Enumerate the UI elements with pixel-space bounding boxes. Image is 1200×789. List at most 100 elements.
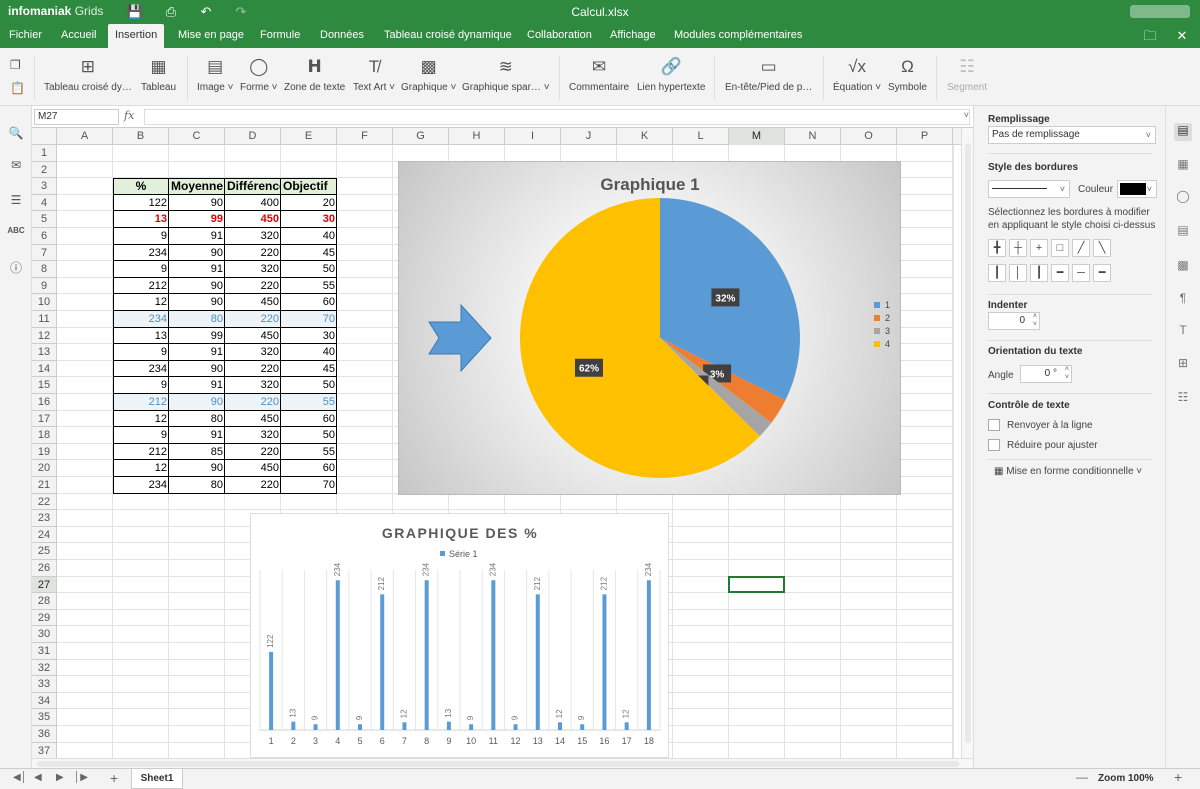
row-header[interactable]: 34: [32, 692, 57, 710]
pivot-table-button[interactable]: ⊞ Tableau croisé dy…: [44, 56, 132, 93]
conditional-format-button[interactable]: ▦ Mise en forme conditionnelle ˅: [994, 466, 1142, 477]
table-button[interactable]: ▦ Tableau: [141, 56, 176, 93]
row-header[interactable]: 12: [32, 327, 57, 345]
zoom-in-icon[interactable]: +: [1174, 769, 1182, 785]
row-header[interactable]: 11: [32, 311, 57, 328]
border-option-button[interactable]: ─: [1072, 264, 1090, 282]
search-icon[interactable]: 🔍: [7, 126, 25, 144]
row-header[interactable]: 27: [32, 576, 57, 594]
column-header[interactable]: A: [57, 128, 113, 145]
comments-icon[interactable]: ✉: [7, 158, 25, 176]
column-header[interactable]: B: [113, 128, 169, 145]
image-settings-icon[interactable]: ▤: [1174, 223, 1192, 241]
comment-button[interactable]: ✉ Commentaire: [569, 56, 629, 93]
row-header[interactable]: 28: [32, 593, 57, 610]
row-header[interactable]: 24: [32, 526, 57, 544]
row-header[interactable]: 31: [32, 643, 57, 660]
image-button[interactable]: ▤ Image ˅: [197, 56, 233, 93]
indent-stepper[interactable]: 0 ˄ ˅: [988, 312, 1040, 330]
border-option-button[interactable]: ╋: [988, 239, 1006, 257]
border-option-button[interactable]: │: [1009, 264, 1027, 282]
equation-button[interactable]: √x Équation ˅: [833, 56, 881, 93]
row-header[interactable]: 7: [32, 244, 57, 262]
wrap-text-checkbox[interactable]: [988, 419, 1000, 431]
print-icon[interactable]: ⎙: [162, 3, 180, 21]
row-header[interactable]: 17: [32, 410, 57, 428]
row-header[interactable]: 9: [32, 277, 57, 295]
bar-chart[interactable]: GRAPHIQUE DES % Série 1 122 1 13 2 9 3 234 4 9 5 212…: [250, 513, 669, 758]
angle-stepper[interactable]: 0 ° ˄ ˅: [1020, 365, 1072, 383]
add-sheet-icon[interactable]: +: [110, 770, 118, 786]
row-header[interactable]: 10: [32, 294, 57, 311]
row-header[interactable]: 25: [32, 543, 57, 560]
row-header[interactable]: 36: [32, 726, 57, 743]
paragraph-icon[interactable]: ¶: [1174, 291, 1192, 309]
border-option-button[interactable]: ━: [1051, 264, 1069, 282]
horizontal-scrollbar[interactable]: [32, 758, 973, 768]
close-icon[interactable]: ✕: [1174, 28, 1190, 44]
row-header[interactable]: 23: [32, 510, 57, 527]
column-header[interactable]: I: [505, 128, 561, 145]
row-header[interactable]: 2: [32, 161, 57, 179]
undo-icon[interactable]: ↶: [197, 3, 215, 21]
border-line-select[interactable]: ˅: [988, 180, 1070, 198]
column-header[interactable]: P: [897, 128, 953, 145]
row-header[interactable]: 13: [32, 344, 57, 361]
menu-tab-9[interactable]: Modules complémentaires: [667, 24, 809, 48]
border-option-button[interactable]: ┃: [1030, 264, 1048, 282]
row-header[interactable]: 26: [32, 560, 57, 577]
info-icon[interactable]: ⓘ: [7, 259, 25, 277]
row-header[interactable]: 8: [32, 261, 57, 278]
column-header[interactable]: E: [281, 128, 337, 145]
border-option-button[interactable]: ┃: [988, 264, 1006, 282]
menu-tab-1[interactable]: Accueil: [54, 24, 103, 48]
redo-icon[interactable]: ↷: [232, 3, 250, 21]
menu-tab-7[interactable]: Collaboration: [520, 24, 599, 48]
column-header[interactable]: D: [225, 128, 281, 145]
last-sheet-icon[interactable]: │▶: [74, 772, 88, 783]
menu-tab-4[interactable]: Formule: [253, 24, 307, 48]
textart-button[interactable]: T̸ Text Art ˅: [353, 56, 395, 93]
column-header[interactable]: L: [673, 128, 729, 145]
select-all-corner[interactable]: [32, 128, 57, 145]
row-header[interactable]: 18: [32, 427, 57, 444]
border-option-button[interactable]: ╱: [1072, 239, 1090, 257]
pie-chart[interactable]: Graphique 132%3%2%62%1234: [398, 161, 901, 495]
row-header[interactable]: 35: [32, 709, 57, 726]
textart-settings-icon[interactable]: T: [1174, 323, 1192, 341]
user-name[interactable]: [1130, 5, 1190, 18]
segment-settings-icon[interactable]: ☷: [1174, 390, 1192, 408]
chat-icon[interactable]: ☰: [7, 193, 25, 211]
chart-settings-icon[interactable]: ▩: [1174, 258, 1192, 276]
row-header[interactable]: 16: [32, 394, 57, 411]
row-header[interactable]: 29: [32, 609, 57, 627]
border-option-button[interactable]: +: [1030, 239, 1048, 257]
cell-settings-icon[interactable]: ▤: [1174, 123, 1192, 141]
first-sheet-icon[interactable]: ◀│: [13, 772, 27, 783]
menu-tab-5[interactable]: Données: [313, 24, 371, 48]
spreadsheet-grid[interactable]: ABCDEFGHIJKLMNOP 1 2 3 4 5 6 7 8 9 10 11 12 13 14 15 16…: [32, 128, 973, 758]
symbol-button[interactable]: Ω Symbole: [888, 56, 927, 93]
shape-button[interactable]: ◯ Forme ˅: [240, 56, 278, 93]
border-option-button[interactable]: ━: [1093, 264, 1111, 282]
spellcheck-icon[interactable]: ABC: [7, 226, 25, 244]
paste-icon[interactable]: 📋: [10, 81, 25, 95]
open-location-icon[interactable]: 🗀: [1142, 28, 1158, 44]
row-header[interactable]: 5: [32, 211, 57, 228]
hyperlink-button[interactable]: 🔗 Lien hypertexte: [637, 56, 705, 93]
row-header[interactable]: 4: [32, 194, 57, 212]
column-header[interactable]: N: [785, 128, 841, 145]
column-header[interactable]: F: [337, 128, 393, 145]
row-header[interactable]: 1: [32, 145, 57, 162]
row-header[interactable]: 3: [32, 178, 57, 195]
row-header[interactable]: 19: [32, 443, 57, 461]
column-header[interactable]: O: [841, 128, 897, 145]
fill-select[interactable]: Pas de remplissage ˅: [988, 126, 1156, 144]
border-option-button[interactable]: ╲: [1093, 239, 1111, 257]
pivot-settings-icon[interactable]: ⊞: [1174, 356, 1192, 374]
column-header[interactable]: J: [561, 128, 617, 145]
column-header[interactable]: C: [169, 128, 225, 145]
copy-icon[interactable]: ❐: [10, 58, 21, 72]
chart-button[interactable]: ▩ Graphique ˅: [401, 56, 456, 93]
next-sheet-icon[interactable]: ▶: [56, 772, 64, 783]
